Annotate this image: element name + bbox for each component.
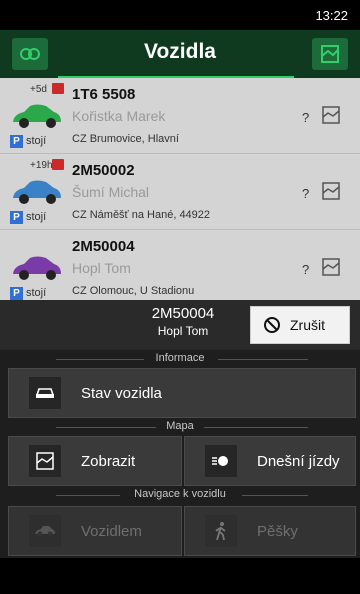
show-on-map-icon[interactable] — [322, 182, 340, 200]
section-label: Mapa — [166, 420, 194, 432]
section-header-navigation: Navigace k vozidlu — [0, 488, 360, 504]
today-rides-label: Dnešní jízdy — [257, 452, 340, 470]
unknown-mark: ? — [302, 186, 310, 201]
show-on-map-icon[interactable] — [322, 258, 340, 276]
section-header-map: Mapa — [0, 420, 360, 436]
vehicle-driver: Kořistka Marek — [72, 108, 166, 124]
vehicle-list[interactable]: +5d P stojí 1T6 5508 Kořistka Marek CZ B… — [0, 78, 360, 300]
app-header: Vozidla — [0, 30, 360, 78]
car-icon — [13, 104, 61, 128]
vehicle-plate: 2M50002 — [72, 162, 135, 179]
status-bar: 13:22 — [0, 0, 360, 30]
section-label: Informace — [155, 352, 205, 364]
show-label: Zobrazit — [81, 452, 136, 470]
car-icon — [13, 256, 61, 280]
selected-vehicle: 2M50004 Hopl Tom Zrušit — [0, 300, 360, 350]
section-label: Navigace k vozidlu — [134, 488, 226, 500]
vehicle-state: stojí — [26, 211, 47, 223]
today-rides-button[interactable]: Dnešní jízdy — [184, 436, 356, 486]
vehicle-state-button[interactable]: Stav vozidla — [8, 368, 356, 418]
on-foot-label: Pěšky — [257, 522, 298, 540]
car-icon — [13, 180, 61, 204]
vehicle-address: CZ Brumovice, Hlavní — [72, 133, 179, 145]
cancel-button[interactable]: Zrušit — [250, 306, 350, 344]
parking-icon: P — [10, 135, 23, 148]
vehicle-action-panel: 2M50004 Hopl Tom Zrušit Informace Stav v… — [0, 300, 360, 558]
vehicle-plate: 1T6 5508 — [72, 86, 136, 103]
unknown-mark: ? — [302, 262, 310, 277]
warning-icon — [52, 83, 64, 94]
vehicle-state: stojí — [26, 287, 47, 299]
status-time: 13:22 — [315, 8, 348, 23]
map-view-button[interactable] — [312, 38, 348, 70]
section-header-info: Informace — [0, 352, 360, 368]
car-front-icon — [29, 377, 61, 409]
last-update-age: +19h — [30, 160, 53, 171]
navigate-on-foot-button[interactable]: Pěšky — [184, 506, 356, 556]
unknown-mark: ? — [302, 110, 310, 125]
navigate-by-vehicle-button[interactable]: Vozidlem — [8, 506, 182, 556]
warning-icon — [52, 159, 64, 170]
vehicle-row[interactable]: +19h P stojí 2M50002 Šumí Michal CZ Námě… — [0, 154, 360, 230]
vehicle-state-label: Stav vozidla — [81, 384, 162, 402]
vehicle-address: CZ Náměšť na Hané, 44922 — [72, 209, 211, 221]
show-on-map-icon[interactable] — [322, 106, 340, 124]
page-title: Vozidla — [144, 40, 216, 63]
vehicle-row[interactable]: P stojí 2M50004 Hopl Tom CZ Olomouc, U S… — [0, 230, 360, 300]
cancel-icon — [264, 317, 280, 333]
selected-driver: Hopl Tom — [157, 324, 209, 338]
car-icon — [29, 515, 61, 547]
cancel-label: Zrušit — [290, 317, 325, 333]
show-on-map-button[interactable]: Zobrazit — [8, 436, 182, 486]
vehicle-plate: 2M50004 — [72, 238, 135, 255]
vehicle-state: stojí — [26, 135, 47, 147]
map-icon — [321, 45, 339, 63]
parking-icon: P — [10, 287, 23, 300]
vehicle-address: CZ Olomouc, U Stadionu — [72, 285, 195, 297]
selected-plate: 2M50004 — [151, 305, 215, 322]
bottom-bar — [0, 558, 360, 594]
ride-icon — [205, 445, 237, 477]
vehicle-row[interactable]: +5d P stojí 1T6 5508 Kořistka Marek CZ B… — [0, 78, 360, 154]
walking-icon — [205, 515, 237, 547]
by-vehicle-label: Vozidlem — [81, 522, 142, 540]
map-icon — [29, 445, 61, 477]
vehicle-driver: Šumí Michal — [72, 184, 150, 200]
last-update-age: +5d — [30, 84, 47, 95]
parking-icon: P — [10, 211, 23, 224]
vehicle-driver: Hopl Tom — [72, 260, 131, 276]
